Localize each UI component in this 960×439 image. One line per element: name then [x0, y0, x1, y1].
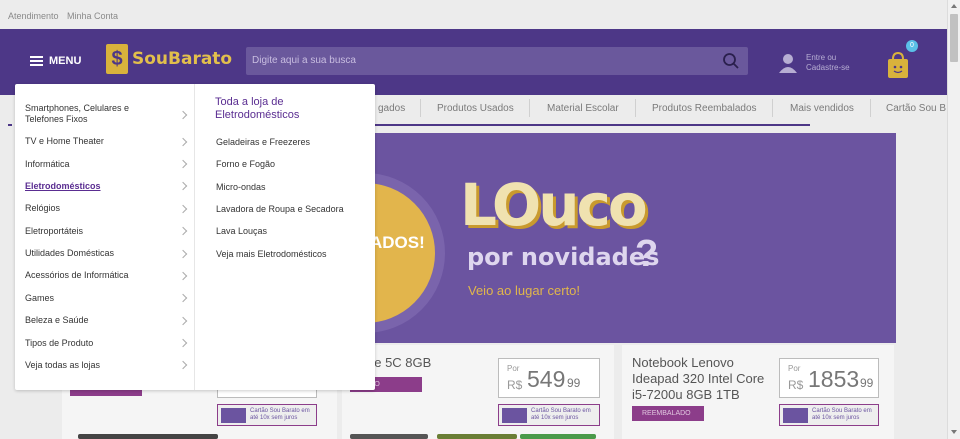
product-name: Notebook Lenovo Ideapad 320 Intel Core i…	[632, 355, 765, 402]
category-eletrodomesticos[interactable]: Eletrodomésticos	[25, 181, 190, 192]
category-list: Smartphones, Celulares e Telefones Fixos…	[15, 84, 195, 390]
price-box: Por R$ 1853 99	[779, 358, 879, 398]
category-smartphones[interactable]: Smartphones, Celulares e Telefones Fixos	[25, 103, 165, 125]
banner-circle-text: ADOS!	[375, 233, 425, 252]
subcategory-geladeiras[interactable]: Geladeiras e Freezeres	[216, 137, 310, 147]
price-box: Por R$ 549 99	[498, 358, 600, 398]
promo-banner[interactable]: ADOS! LOuco por novidades ? Veio ao luga…	[375, 133, 896, 343]
price-por: Por	[788, 364, 801, 373]
product-tag: REEMBALADO	[632, 406, 704, 421]
category-tv[interactable]: TV e Home Theater	[25, 136, 190, 147]
product-name: ne 5C 8GB	[367, 355, 432, 370]
menu-button[interactable]: MENU	[30, 55, 81, 67]
credit-card-icon	[783, 408, 808, 423]
subcategory-forno-fogao[interactable]: Forno e Fogão	[216, 159, 275, 169]
banner-footer-text: Veio ao lugar certo!	[468, 283, 581, 298]
cart-bag-icon[interactable]	[886, 51, 910, 79]
category-acessorios[interactable]: Acessórios de Informática	[25, 270, 190, 281]
category-eletroportateis[interactable]: Eletroportáteis	[25, 226, 190, 237]
hamburger-icon	[30, 56, 43, 66]
next-row-strip	[78, 434, 218, 439]
banner-question-mark: ?	[635, 233, 659, 275]
login-line2: Cadastre-se	[806, 63, 850, 72]
tabs-underline-left	[8, 124, 12, 126]
banner-subtitle: por novidades	[467, 243, 660, 271]
price-currency: R$	[507, 378, 523, 392]
subcategory-micro-ondas[interactable]: Micro-ondas	[216, 182, 266, 192]
category-tipos-produto[interactable]: Tipos de Produto	[25, 338, 190, 349]
login-line1: Entre ou	[806, 53, 837, 62]
category-utilidades[interactable]: Utilidades Domésticas	[25, 248, 190, 259]
category-relogios[interactable]: Relógios	[25, 203, 190, 214]
minha-conta-link[interactable]: Minha Conta	[67, 11, 118, 21]
search-icon[interactable]	[722, 52, 740, 70]
card-promo: Cartão Sou Barato em até 10x sem juros	[498, 404, 600, 426]
chevron-right-icon	[178, 110, 188, 120]
price-cents: 99	[567, 376, 581, 390]
logo-text: SouBarato	[132, 49, 233, 69]
card-promo-text: Cartão Sou Barato em até 10x sem juros	[250, 408, 310, 421]
scroll-up-arrow-icon[interactable]	[951, 4, 957, 8]
search-placeholder: Digite aqui a sua busca	[252, 55, 356, 66]
price-value: 549	[527, 366, 566, 392]
subcategory-veja-mais[interactable]: Veja mais Eletrodomésticos	[216, 249, 327, 259]
subcategory-title-link[interactable]: Toda a loja de Eletrodomésticos	[215, 96, 355, 122]
price-value: 1853	[808, 366, 860, 392]
tab-material-escolar[interactable]: Material Escolar	[547, 103, 619, 114]
page-scrollbar[interactable]	[947, 0, 960, 439]
card-promo: Cartão Sou Barato em até 10x sem juros	[779, 404, 879, 426]
tabs-underline	[375, 124, 810, 126]
atendimento-link[interactable]: Atendimento	[8, 11, 59, 21]
login-link[interactable]: Entre ou Cadastre-se	[778, 53, 850, 73]
next-row-strip	[520, 434, 596, 439]
tab-produtos-reembalados[interactable]: Produtos Reembalados	[652, 103, 757, 114]
card-promo: Cartão Sou Barato em até 10x sem juros	[217, 404, 317, 426]
price-cents: 99	[860, 376, 874, 390]
tab-cartao-sou-barato[interactable]: Cartão Sou B	[886, 103, 946, 114]
subcategory-lava-loucas[interactable]: Lava Louças	[216, 226, 267, 236]
price-por: Por	[507, 364, 520, 373]
user-icon	[779, 54, 797, 73]
banner-circle-badge	[375, 173, 445, 333]
subcategory-lavadora[interactable]: Lavadora de Roupa e Secadora	[216, 204, 344, 214]
tab-mais-vendidos[interactable]: Mais vendidos	[790, 103, 854, 114]
credit-card-icon	[221, 408, 246, 423]
category-todas-lojas[interactable]: Veja todas as lojas	[25, 360, 190, 371]
scroll-down-arrow-icon[interactable]	[951, 430, 957, 434]
price-currency: R$	[788, 378, 804, 392]
next-row-strip	[350, 434, 428, 439]
product-card[interactable]: ne 5C 8GB SADO Por R$ 549 99 Cartão Sou …	[342, 345, 614, 439]
category-informatica[interactable]: Informática	[25, 159, 190, 170]
scroll-thumb[interactable]	[950, 14, 958, 62]
top-utility-bar: Atendimento Minha Conta	[0, 0, 947, 29]
logo-mark-icon: $	[106, 44, 128, 74]
next-row-strip	[437, 434, 517, 439]
logo[interactable]: $ SouBarato	[106, 44, 232, 74]
card-promo-text: Cartão Sou Barato em até 10x sem juros	[531, 408, 591, 421]
card-promo-text: Cartão Sou Barato em até 10x sem juros	[812, 408, 872, 421]
credit-card-icon	[502, 408, 527, 423]
category-dropdown-menu: Smartphones, Celulares e Telefones Fixos…	[15, 84, 375, 390]
banner-title: LOuco	[460, 171, 648, 239]
category-games[interactable]: Games	[25, 293, 190, 304]
tab-lancamentos[interactable]: gados	[378, 103, 405, 114]
category-beleza[interactable]: Beleza e Saúde	[25, 315, 190, 326]
search-input[interactable]: Digite aqui a sua busca	[246, 47, 748, 75]
menu-label: MENU	[49, 55, 82, 67]
product-card[interactable]: Notebook Lenovo Ideapad 320 Intel Core i…	[622, 345, 894, 439]
cart-count-badge: 0	[906, 40, 918, 52]
tab-produtos-usados[interactable]: Produtos Usados	[437, 103, 514, 114]
